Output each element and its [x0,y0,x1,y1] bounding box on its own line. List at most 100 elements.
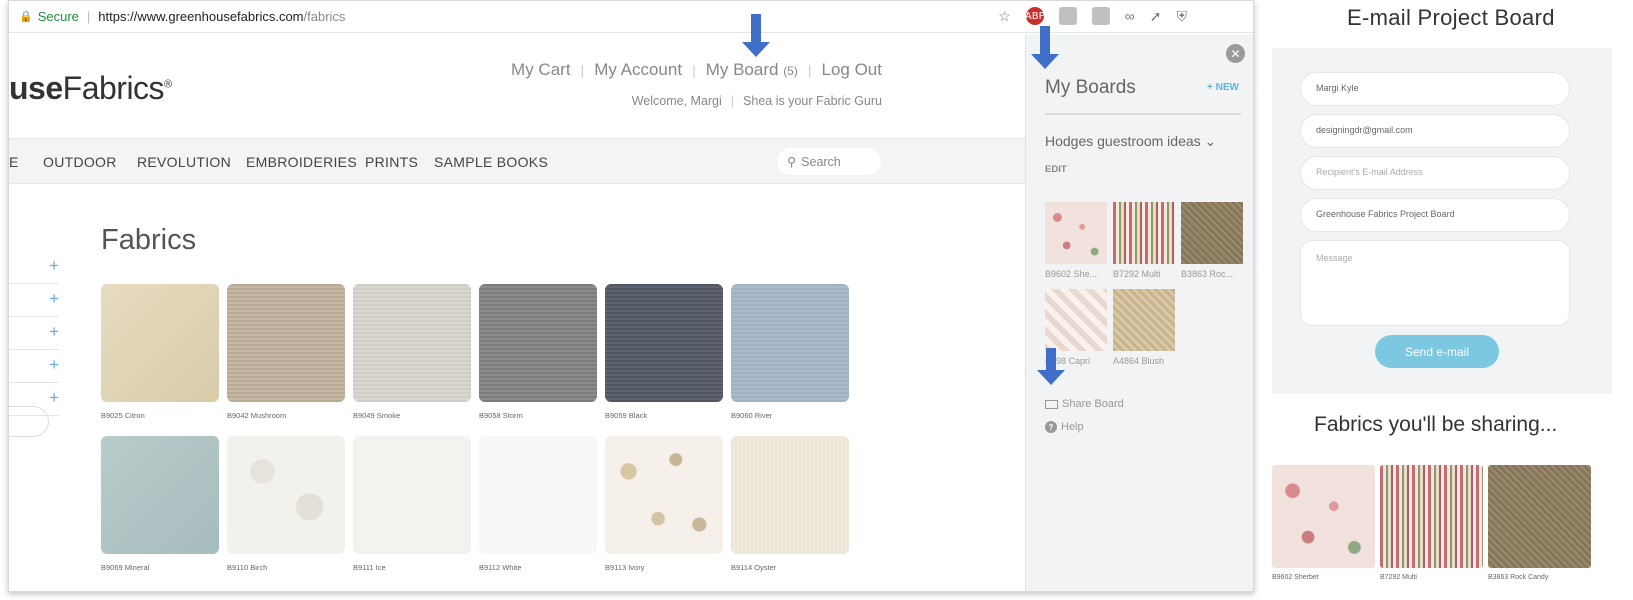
fabric-code: B9058 Storm [479,411,523,420]
logout-link[interactable]: Log Out [822,60,883,80]
category-revolution[interactable]: REVOLUTION [137,154,231,170]
fabric-card[interactable]: B9060 River [731,284,849,420]
board-swatch-image[interactable] [1045,202,1107,264]
fabric-card[interactable]: B9111 Ice [353,436,471,572]
url-path: /fabrics [303,9,346,24]
board-swatch-image[interactable] [1113,202,1175,264]
fabric-card[interactable]: B9058 Storm [479,284,597,420]
category-embroideries[interactable]: EMBROIDERIES [246,154,357,170]
address-bar[interactable]: 🔒 Secure | https://www.greenhousefabrics… [9,1,1253,33]
url-divider: | [86,9,91,24]
expand-plus-icon[interactable]: + [49,322,59,342]
search-icon: ⚲ [787,155,797,169]
fabric-swatch-image[interactable] [731,284,849,402]
send-email-button[interactable]: Send e-mail [1375,335,1499,368]
shared-fabric-label: B3863 Rock Candy [1488,574,1549,581]
filter-row[interactable]: + [9,252,59,284]
board-swatch-image[interactable] [1045,289,1107,351]
expand-plus-icon[interactable]: + [49,256,59,276]
shared-fabric: B3863 Rock Candy [1488,465,1591,581]
fabric-guru-link[interactable]: Shea is your Fabric Guru [743,94,882,108]
fabric-swatch-image[interactable] [101,436,219,554]
category-item[interactable]: E [9,154,19,170]
fabric-swatch-image[interactable] [353,436,471,554]
secure-label: Secure [37,9,79,24]
link-extension-icon[interactable]: ∞ [1125,8,1135,24]
fabric-card[interactable]: B9112 White [479,436,597,572]
filter-pill-input[interactable] [9,406,49,437]
shared-swatch-image [1488,465,1591,568]
star-icon[interactable]: ☆ [998,8,1011,25]
fabric-swatch-image[interactable] [731,436,849,554]
my-board-link[interactable]: My Board (5) [706,60,798,80]
share-board-label: Share Board [1062,398,1124,410]
eyedropper-extension-icon[interactable]: ➚ [1150,8,1162,25]
composite-screenshot: 🔒 Secure | https://www.greenhousefabrics… [0,0,1633,600]
fabric-swatch-image[interactable] [605,284,723,402]
grammar-extension-icon[interactable] [1091,7,1110,25]
fabric-code: B9042 Mushroom [227,411,287,420]
email-board-panel: E-mail Project Board Margi Kyle designin… [1262,0,1633,600]
site-logo[interactable]: useFabrics® [9,70,172,107]
shared-fabric: B9602 Sherbet [1272,465,1375,581]
fabric-card[interactable]: B9025 Citron [101,284,219,420]
expand-plus-icon[interactable]: + [49,289,59,309]
sender-email-field[interactable]: designingdr@gmail.com [1300,114,1570,148]
help-link[interactable]: ? Help [1045,421,1084,433]
category-sample-books[interactable]: SAMPLE BOOKS [434,154,548,170]
edit-board-link[interactable]: EDIT [1045,164,1067,175]
fabric-swatch-image[interactable] [479,284,597,402]
filter-row[interactable]: + [9,285,59,317]
annotation-arrow-icon [742,14,770,58]
fabric-card[interactable]: B9042 Mushroom [227,284,345,420]
fabric-code: B9025 Citron [101,411,145,420]
email-panel-title: E-mail Project Board [1347,5,1555,30]
fabric-swatch-image[interactable] [353,284,471,402]
subject-field[interactable]: Greenhouse Fabrics Project Board [1300,198,1570,232]
share-board-link[interactable]: Share Board [1045,398,1124,410]
adblock-extension-icon[interactable]: ABP [1025,7,1045,25]
fabric-card[interactable]: B9069 Mineral [101,436,219,572]
shared-swatch-image [1272,465,1375,568]
expand-plus-icon[interactable]: + [49,388,59,408]
recipient-email-field[interactable]: Recipient's E-mail Address [1300,156,1570,190]
category-prints[interactable]: PRINTS [365,154,418,170]
board-selector[interactable]: Hodges guestroom ideas ⌄ [1045,133,1216,150]
fabric-card[interactable]: B9113 Ivory [605,436,723,572]
fabric-card[interactable]: B9114 Oyster [731,436,849,572]
pdf-extension-icon[interactable] [1058,7,1077,25]
board-item[interactable]: A4864 Blush [1113,289,1175,366]
board-item[interactable]: B9602 She... [1045,202,1107,279]
my-account-link[interactable]: My Account [594,60,682,80]
mail-icon [1045,399,1058,409]
fabric-card[interactable]: B9059 Black [605,284,723,420]
category-outdoor[interactable]: OUTDOOR [43,154,117,170]
shield-extension-icon[interactable]: ⛨ [1177,8,1188,25]
filter-row[interactable]: + [9,318,59,350]
fabric-swatch-image[interactable] [227,436,345,554]
logo-registered-mark: ® [164,78,172,91]
message-textarea[interactable]: Message [1300,240,1570,326]
filter-row[interactable]: + [9,351,59,383]
board-item[interactable]: B3863 Roc... [1181,202,1243,279]
shared-fabric: B7292 Multi [1380,465,1483,581]
fabric-card[interactable]: B9110 Birch [227,436,345,572]
fabric-swatch-image[interactable] [605,436,723,554]
board-swatch-image[interactable] [1113,289,1175,351]
close-icon[interactable]: ✕ [1226,44,1245,63]
new-board-button[interactable]: + NEW [1207,82,1239,93]
fabric-card[interactable]: B9049 Smoke [353,284,471,420]
expand-plus-icon[interactable]: + [49,355,59,375]
my-cart-link[interactable]: My Cart [511,60,571,80]
fabric-swatch-image[interactable] [101,284,219,402]
fabric-swatch-image[interactable] [479,436,597,554]
search-input[interactable]: ⚲ Search [777,148,881,175]
fabric-swatch-image[interactable] [227,284,345,402]
board-item[interactable]: B7292 Multi [1113,202,1175,279]
board-swatch-image[interactable] [1181,202,1243,264]
name-field[interactable]: Margi Kyle [1300,72,1570,106]
annotation-arrow-icon [1037,348,1065,392]
browser-window: 🔒 Secure | https://www.greenhousefabrics… [8,0,1254,592]
nav-divider: | [580,62,585,78]
boards-title: My Boards [1045,77,1136,98]
